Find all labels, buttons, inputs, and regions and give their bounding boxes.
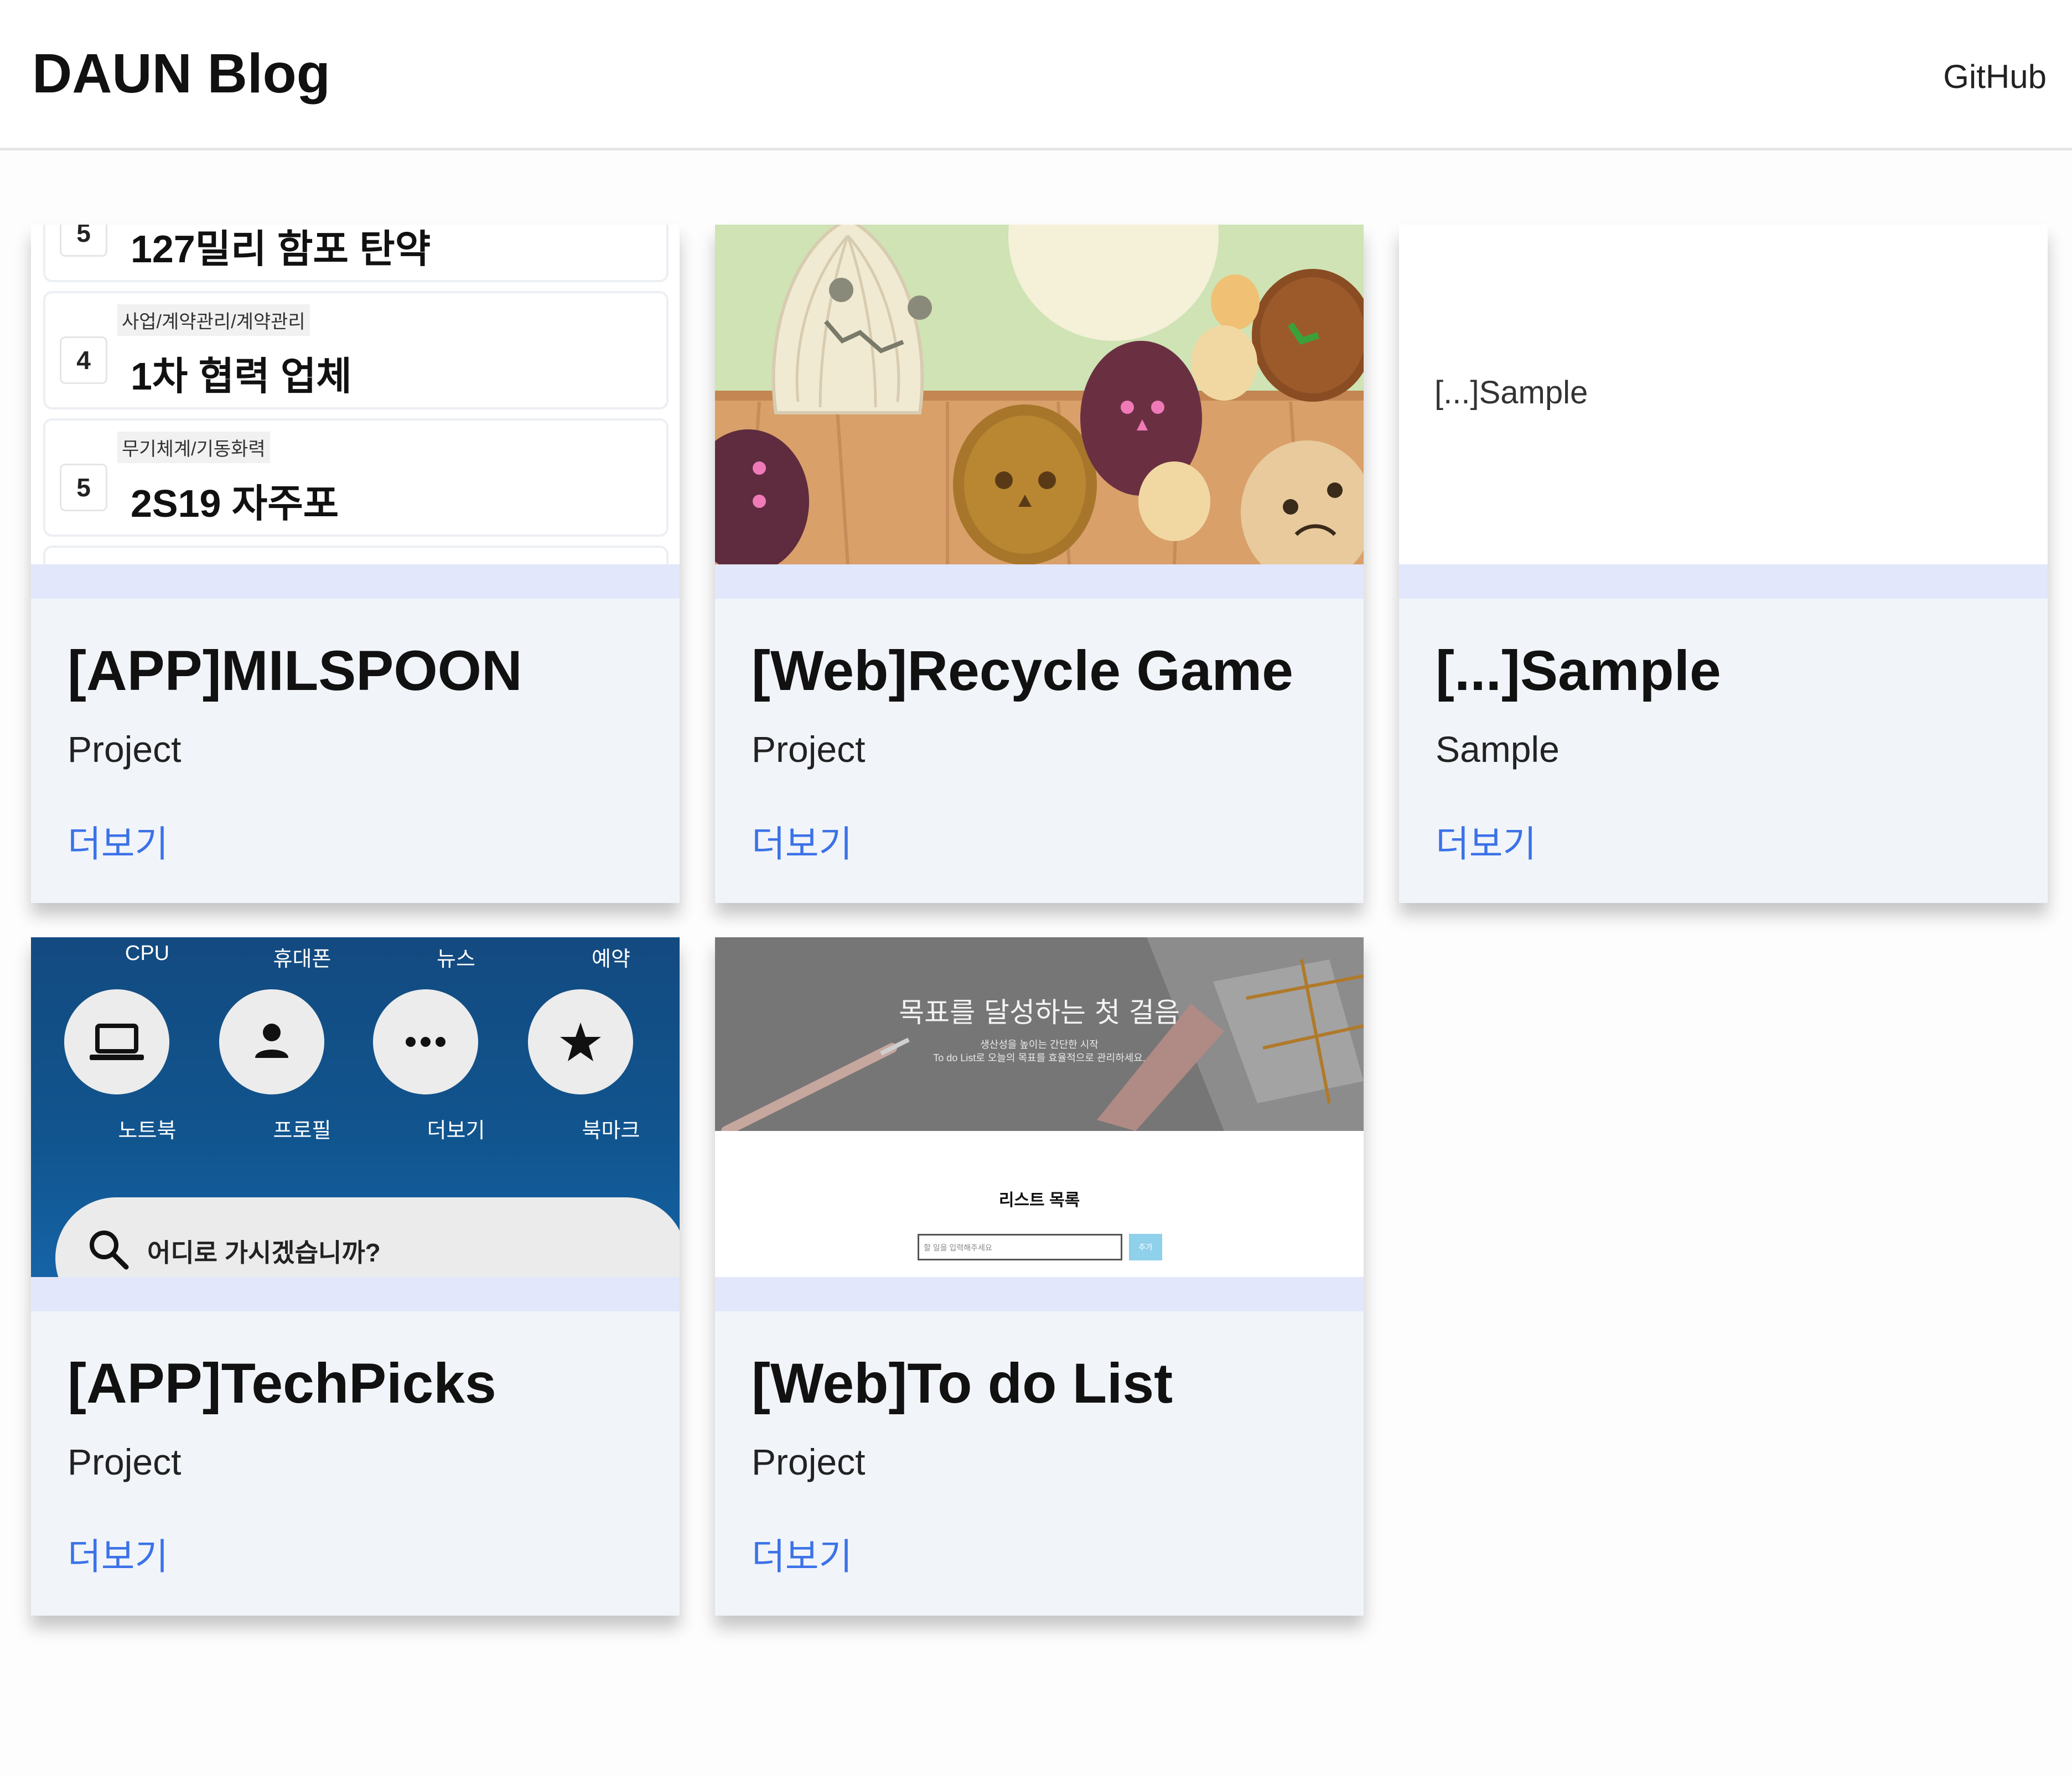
thumb-button-label: 프로필: [273, 1119, 331, 1143]
thumb-top-label: 뉴스: [437, 948, 475, 971]
thumb-alt-text: [...]Sample: [1434, 375, 1588, 411]
card-title[interactable]: [...]Sample: [1436, 639, 1721, 703]
site-logo[interactable]: DAUN Blog: [32, 42, 330, 106]
thumb-button-label: 더보기: [427, 1119, 485, 1143]
thumb-list-item: 4 사업/계약관리/계약관리 1차 협력 업체: [43, 291, 669, 409]
thumb-list-tag: 사업/계약관리/계약관리: [117, 304, 310, 336]
post-card[interactable]: 목표를 달성하는 첫 걸음 생산성을 높이는 간단한 시작 To do List…: [715, 937, 1364, 1616]
thumb-round-button: [373, 989, 478, 1094]
post-card[interactable]: [...]Sample [...]Sample Sample 더보기: [1399, 225, 2048, 903]
thumb-list-tag: 무기체계/기동화력: [117, 432, 270, 463]
thumb-list-title: 2S19 자주포: [131, 482, 339, 525]
card-thumbnail[interactable]: 목표를 달성하는 첫 걸음 생산성을 높이는 간단한 시작 To do List…: [715, 937, 1364, 1277]
card-thumbnail[interactable]: [...]Sample: [1399, 225, 2048, 564]
thumb-top-label: 예약: [592, 948, 630, 971]
card-band: [1399, 564, 2048, 599]
laptop-icon: [90, 1024, 144, 1060]
thumb-top-label: CPU: [125, 942, 170, 965]
thumb-button-label: 북마크: [582, 1119, 640, 1143]
card-more-link[interactable]: 더보기: [68, 814, 168, 868]
thumb-list-title: 1차 협력 업체: [131, 355, 352, 398]
card-more-link[interactable]: 더보기: [68, 1527, 168, 1580]
more-dots-icon: [406, 1037, 446, 1047]
thumb-list-item: [43, 546, 669, 564]
thumb-hero: 목표를 달성하는 첫 걸음 생산성을 높이는 간단한 시작 To do List…: [715, 937, 1364, 1131]
post-card[interactable]: CPU 휴대폰 뉴스 예약 노트북 프로필 더보기 북마크 어디로 가시겠습니까…: [31, 937, 680, 1616]
card-thumbnail[interactable]: [715, 225, 1364, 564]
thumb-list-title: 리스트 목록: [998, 1191, 1080, 1210]
card-band: [715, 1277, 1364, 1311]
thumb-round-button: [528, 989, 633, 1094]
card-more-link[interactable]: 더보기: [752, 1527, 852, 1580]
card-category: Project: [68, 729, 182, 770]
thumb-round-button: [64, 989, 169, 1094]
thumb-list-item: 5 127밀리 함포 탄약: [43, 225, 669, 282]
thumb-list-item: 5 무기체계/기동화력 2S19 자주포: [43, 418, 669, 537]
person-icon: [255, 1024, 288, 1058]
thumb-list-number: 5: [60, 225, 107, 257]
desk-photo-illustration: [715, 937, 1364, 1131]
card-thumbnail[interactable]: CPU 휴대폰 뉴스 예약 노트북 프로필 더보기 북마크 어디로 가시겠습니까…: [31, 937, 680, 1277]
post-card[interactable]: [Web]Recycle Game Project 더보기: [715, 225, 1364, 903]
thumb-todo-input: 할 일을 입력해주세요: [918, 1234, 1122, 1260]
thumb-hero-subtext: To do List로 오늘의 목표를 효율적으로 관리하세요.: [933, 1052, 1146, 1063]
card-more-link[interactable]: 더보기: [1436, 814, 1536, 868]
thumb-hero-subtext: 생산성을 높이는 간단한 시작: [980, 1039, 1099, 1050]
card-band: [31, 564, 680, 599]
thumb-todo-add-button: 추가: [1129, 1234, 1162, 1260]
card-band: [31, 1277, 680, 1311]
thumb-list-number: 4: [60, 336, 107, 384]
nav-github-link[interactable]: GitHub: [1943, 58, 2047, 96]
card-title[interactable]: [Web]Recycle Game: [752, 639, 1293, 703]
recycle-game-illustration: [715, 225, 1364, 564]
card-category: Project: [752, 729, 866, 770]
thumb-hero-heading: 목표를 달성하는 첫 걸음: [899, 997, 1180, 1029]
thumb-list-title: 127밀리 함포 탄약: [131, 227, 431, 271]
post-card[interactable]: 5 127밀리 함포 탄약 4 사업/계약관리/계약관리 1차 협력 업체 5 …: [31, 225, 680, 903]
thumb-search-placeholder: 어디로 가시겠습니까?: [147, 1238, 381, 1267]
thumb-round-button: [219, 989, 324, 1094]
card-title[interactable]: [Web]To do List: [752, 1351, 1173, 1416]
thumb-button-label: 노트북: [118, 1119, 177, 1143]
thumb-top-label: 휴대폰: [273, 948, 331, 971]
thumb-list-number: 5: [60, 464, 107, 511]
card-more-link[interactable]: 더보기: [752, 814, 852, 868]
card-category: Sample: [1436, 729, 1560, 770]
site-header: DAUN Blog GitHub: [0, 0, 2072, 150]
star-icon: [560, 1023, 601, 1061]
card-title[interactable]: [APP]MILSPOON: [68, 639, 522, 703]
card-band: [715, 564, 1364, 599]
card-category: Project: [752, 1441, 866, 1482]
card-category: Project: [68, 1441, 182, 1482]
search-icon: [90, 1231, 129, 1270]
card-thumbnail[interactable]: 5 127밀리 함포 탄약 4 사업/계약관리/계약관리 1차 협력 업체 5 …: [31, 225, 680, 564]
card-title[interactable]: [APP]TechPicks: [68, 1351, 496, 1416]
